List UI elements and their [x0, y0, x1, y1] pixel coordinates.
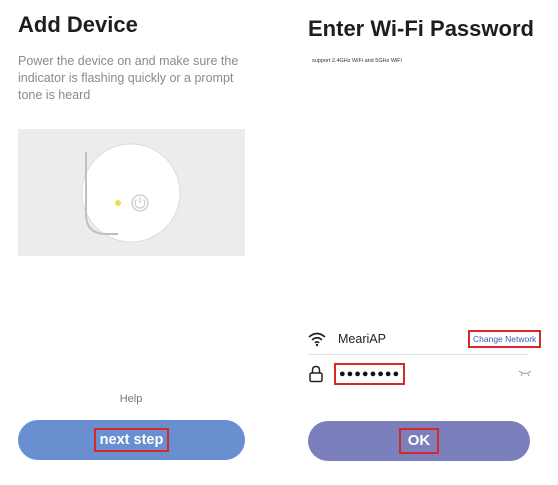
- next-step-button[interactable]: next step: [18, 420, 245, 460]
- wifi-network-name: MeariAP: [338, 332, 386, 346]
- next-step-label: next step: [93, 428, 170, 452]
- eye-closed-icon[interactable]: [518, 369, 532, 377]
- lock-icon: [309, 365, 323, 383]
- indicator-led: [115, 200, 121, 206]
- ok-button[interactable]: OK: [308, 421, 530, 461]
- wifi-support-note: support 2.4GHz WiFi and 5GHz WiFi: [312, 58, 402, 64]
- ok-label: OK: [398, 428, 440, 454]
- password-input[interactable]: ●●●●●●●●: [334, 363, 406, 385]
- password-row: ●●●●●●●●: [308, 363, 538, 387]
- help-link[interactable]: Help: [0, 393, 262, 405]
- wifi-password-panel: Enter Wi-Fi Password support 2.4GHz WiFi…: [290, 0, 558, 485]
- change-network-link[interactable]: Change Network: [468, 330, 542, 348]
- add-device-panel: Add Device Power the device on and make …: [0, 0, 270, 485]
- page-title: Add Device: [18, 12, 138, 37]
- instruction-text: Power the device on and make sure the in…: [18, 54, 239, 102]
- page-title: Enter Wi-Fi Password: [308, 16, 534, 41]
- device-power-indicator-icon: [81, 143, 181, 243]
- wifi-network-row: MeariAP Change Network: [308, 328, 542, 355]
- wifi-icon: [308, 332, 326, 347]
- device-illustration: [18, 129, 245, 256]
